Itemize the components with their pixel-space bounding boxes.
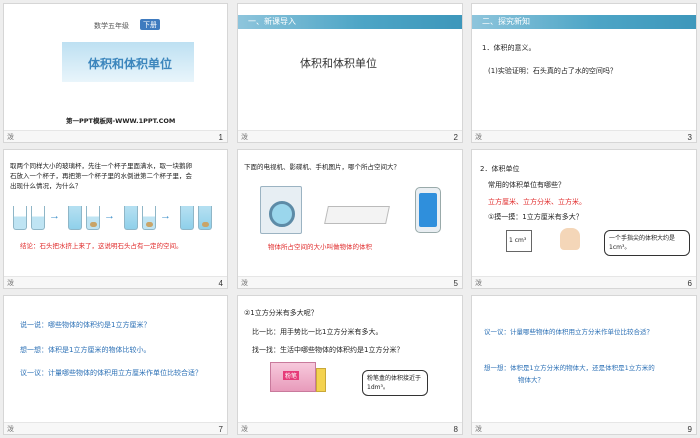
term-badge: 下册	[140, 19, 160, 30]
slide-footer: 泼 8	[238, 422, 462, 434]
dvd-player-image	[324, 206, 390, 224]
slide-number: 7	[218, 425, 223, 434]
full-cup	[180, 206, 194, 230]
text-line: 石放入一个杯子，再把第一个杯子里的水倒进第二个杯子里，会	[10, 172, 192, 180]
chalk-box-side	[316, 368, 326, 392]
slide-5[interactable]: 下面的电视机、影碟机、手机图片，哪个所占空间大？ 物体所占空间的大小叫做物体的体…	[237, 149, 463, 289]
full-cup	[124, 206, 138, 230]
footer-mark: 泼	[241, 279, 248, 287]
slide-3[interactable]: 二、探究新知 1．体积的意义。 (1)实验证明：石头真的占了水的空间吗？ 泼 3	[471, 3, 697, 143]
slide-heading: 体积和体积单位	[300, 57, 377, 70]
slide-number: 1	[218, 133, 223, 142]
footer-mark: 泼	[475, 279, 482, 287]
slide-footer: 泼 1	[4, 130, 227, 142]
slide-footer: 泼 6	[472, 276, 696, 288]
slide-number: 8	[453, 425, 458, 434]
glass-cup	[13, 206, 27, 230]
slide-8[interactable]: ②1立方分米有多大呢？ 比一比：用手势比一比1立方分米有多大。 找一找：生活中哪…	[237, 295, 463, 435]
prompt-text: 议一议：计量哪些物体的体积用立方分米作单位比较合适？	[484, 328, 653, 336]
slide-number: 5	[453, 279, 458, 288]
cube-label: 1 cm³	[509, 237, 527, 244]
footer-mark: 泼	[7, 279, 14, 287]
finger-image	[560, 228, 580, 250]
slide-number: 3	[687, 133, 692, 142]
slide-1[interactable]: 数学五年级 下册 体积和体积单位 第一PPT模板网-WWW.1PPT.COM 泼…	[3, 3, 228, 143]
bubble-text: 粉笔盒的体积接近于1dm³。	[367, 375, 422, 391]
full-cup	[68, 206, 82, 230]
washing-machine-door	[269, 201, 295, 227]
arrow-icon: →	[104, 210, 115, 222]
caption-text: 物体所占空间的大小叫做物体的体积	[268, 243, 372, 251]
section-band: 一、新课导入	[238, 15, 462, 29]
term-badge-text: 下册	[143, 21, 157, 29]
section-label: 二、探究新知	[482, 17, 530, 26]
rock-cup	[86, 206, 100, 230]
footer-mark: 泼	[7, 425, 14, 433]
question-text: 下面的电视机、影碟机、手机图片，哪个所占空间大？	[244, 163, 400, 171]
footer-mark: 泼	[7, 133, 14, 141]
prompt-text: 想一想：体积是1立方分米的物体大，还是体积是1立方米的	[484, 364, 655, 372]
question-text: 常用的体积单位有哪些？	[488, 181, 565, 189]
speech-bubble: 一个手指尖的体积大约是1cm³。	[604, 230, 690, 256]
slide-number: 6	[687, 279, 692, 288]
footer-mark: 泼	[475, 425, 482, 433]
section-band: 二、探究新知	[472, 15, 696, 29]
slide-4[interactable]: 取两个同样大小的玻璃杯，先往一个杯子里面满水，取一块鹅卵 石放入一个杯子，再把第…	[3, 149, 228, 289]
rock-cup	[142, 206, 156, 230]
chalk-box-image: 粉笔	[270, 362, 316, 392]
slide-footer: 泼 7	[4, 422, 227, 434]
section-label: 一、新课导入	[248, 17, 296, 26]
slide-footer: 泼 2	[238, 130, 462, 142]
prompt-text: 物体大？	[518, 376, 544, 384]
slide-number: 4	[218, 279, 223, 288]
site-text: 第一PPT模板网-WWW.1PPT.COM	[66, 117, 176, 125]
glass-cup	[31, 206, 45, 230]
footer-mark: 泼	[475, 133, 482, 141]
arrow-icon: →	[49, 210, 60, 222]
text-line: 取两个同样大小的玻璃杯，先往一个杯子里面满水，取一块鹅卵	[10, 162, 192, 170]
phone-image	[415, 187, 441, 233]
footer-mark: 泼	[241, 425, 248, 433]
slide-footer: 泼 5	[238, 276, 462, 288]
text-line: 出现什么情况，为什么？	[10, 182, 82, 190]
slide-number: 9	[687, 425, 692, 434]
question-text: (1)实验证明：石头真的占了水的空间吗？	[488, 67, 617, 75]
grade-label: 数学五年级	[94, 22, 129, 30]
sub-question: ①摸一摸：1立方厘米有多大？	[488, 213, 583, 221]
slide-number: 2	[453, 133, 458, 142]
prompt-text: 议一议：计量哪些物体的体积用立方厘米作单位比较合适？	[20, 369, 202, 377]
item-title: 1．体积的意义。	[482, 44, 536, 52]
find-text: 找一找：生活中哪些物体的体积约是1立方分米？	[252, 346, 404, 354]
title-banner: 体积和体积单位	[62, 42, 194, 82]
arrow-icon: →	[160, 210, 171, 222]
slide-9[interactable]: 议一议：计量哪些物体的体积用立方分米作单位比较合适？ 想一想：体积是1立方分米的…	[471, 295, 697, 435]
washing-machine-image	[260, 186, 302, 234]
slide-footer: 泼 3	[472, 130, 696, 142]
item-title: 2．体积单位	[480, 165, 520, 173]
footer-mark: 泼	[241, 133, 248, 141]
slide-title: 体积和体积单位	[88, 57, 173, 71]
slide-subtitle: ②1立方分米有多大呢？	[244, 309, 318, 317]
rock-cup	[198, 206, 212, 230]
units-text: 立方厘米、立方分米、立方米。	[488, 198, 586, 206]
prompt-text: 想一想：体积是1立方厘米的物体比较小。	[20, 346, 151, 354]
slide-6[interactable]: 2．体积单位 常用的体积单位有哪些？ 立方厘米、立方分米、立方米。 ①摸一摸：1…	[471, 149, 697, 289]
phone-screen	[419, 193, 437, 227]
slide-footer: 泼 4	[4, 276, 227, 288]
slide-footer: 泼 9	[472, 422, 696, 434]
unit-cube: 1 cm³	[506, 230, 532, 252]
chalk-label: 粉笔	[283, 371, 300, 380]
conclusion-text: 结论：石头把水挤上来了，这说明石头占有一定的空间。	[20, 242, 183, 250]
compare-text: 比一比：用手势比一比1立方分米有多大。	[252, 328, 383, 336]
slide-2[interactable]: 一、新课导入 体积和体积单位 泼 2	[237, 3, 463, 143]
speech-bubble: 粉笔盒的体积接近于1dm³。	[362, 370, 428, 396]
slide-7[interactable]: 说一说：哪些物体的体积约是1立方厘米？ 想一想：体积是1立方厘米的物体比较小。 …	[3, 295, 228, 435]
prompt-text: 说一说：哪些物体的体积约是1立方厘米？	[20, 321, 151, 329]
bubble-text: 一个手指尖的体积大约是1cm³。	[609, 235, 676, 251]
